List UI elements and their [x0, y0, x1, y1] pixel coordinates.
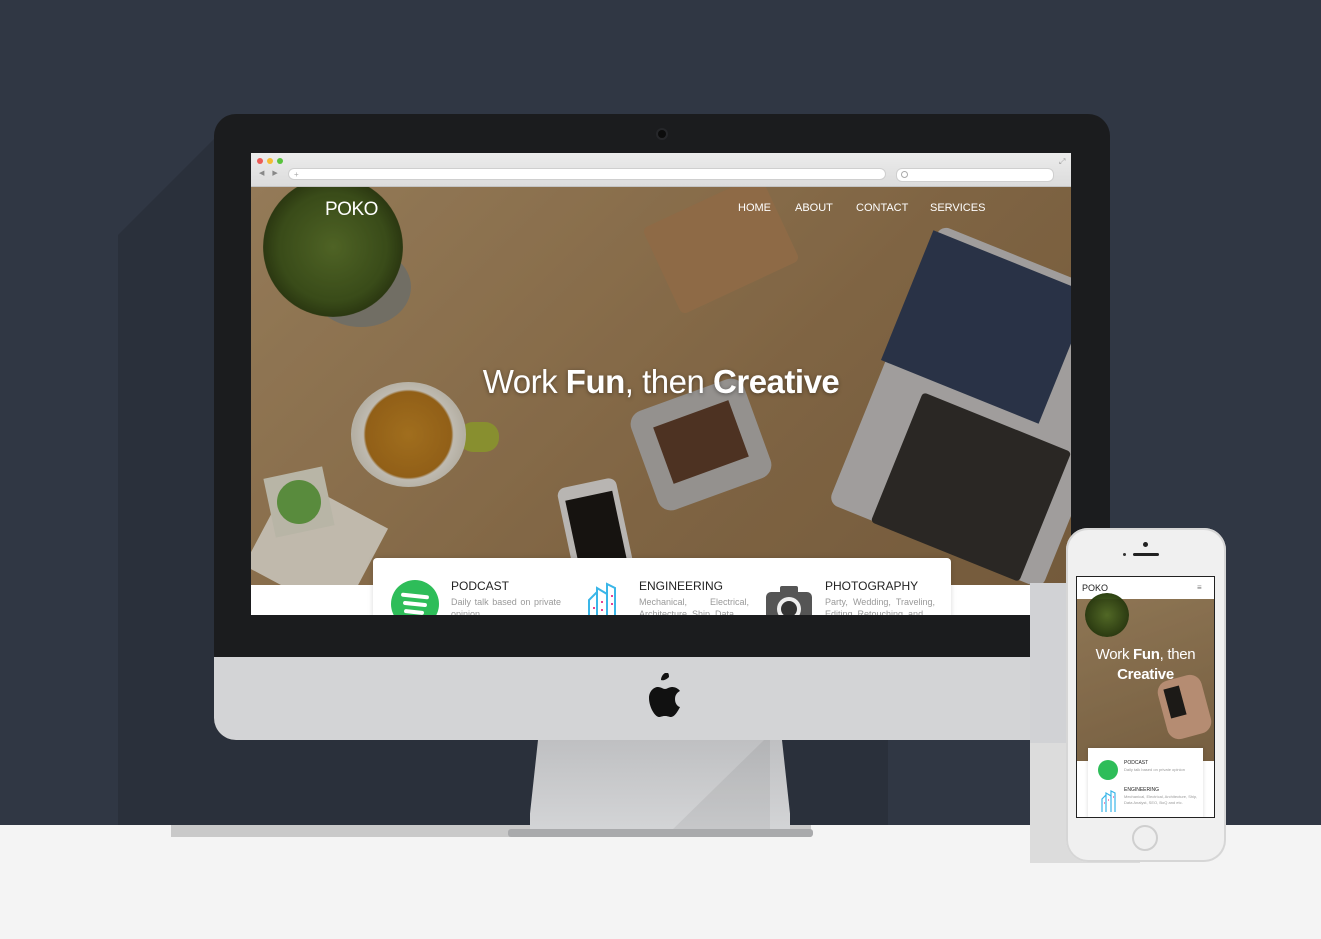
phone-shadow-overlay [1030, 583, 1070, 743]
services-card: PODCAST Daily talk based on private opin… [373, 558, 951, 615]
site-navbar: POKO HOME ABOUT CONTACT SERVICES [251, 187, 1071, 237]
iphone: POKO ≡ Work Fun, then Creative PODCAST D… [1066, 528, 1226, 862]
nav-about[interactable]: ABOUT [795, 202, 833, 214]
hero-word-3: , then [624, 363, 705, 400]
camera-icon [766, 586, 812, 615]
service-title: ENGINEERING [639, 579, 724, 593]
service-description: Mechanical, Electrical, Architecture, Sh… [1124, 794, 1198, 805]
home-button[interactable] [1132, 825, 1158, 851]
hero-word-4: Creative [1117, 666, 1174, 683]
service-photography[interactable]: PHOTOGRAPHY Party, Wedding, Traveling, E… [758, 558, 944, 615]
service-description: Daily talk based on private opinion [451, 597, 561, 615]
building-icon [588, 582, 616, 615]
site-logo[interactable]: POKO [325, 199, 378, 221]
minimize-window-button[interactable] [267, 158, 273, 164]
back-forward-arrows-icon[interactable]: ◀ ▶ [259, 169, 281, 177]
service-description: Mechanical, Electrical, Architecture, Sh… [639, 597, 749, 615]
new-tab-icon[interactable]: + [294, 170, 299, 179]
service-title: PHOTOGRAPHY [825, 579, 919, 593]
hero-word-2: Fun [1133, 646, 1160, 663]
service-podcast[interactable]: PODCAST Daily talk based on private opin… [373, 558, 561, 615]
plant-image [1085, 593, 1129, 637]
keyboard-image [870, 392, 1071, 582]
building-icon [1101, 790, 1116, 812]
apple-logo-icon [649, 673, 680, 717]
maximize-window-button[interactable] [277, 158, 283, 164]
hamburger-menu-icon[interactable]: ≡ [1197, 583, 1202, 592]
address-bar[interactable]: + [288, 168, 886, 180]
search-icon [901, 171, 908, 178]
close-window-button[interactable] [257, 158, 263, 164]
nav-home[interactable]: HOME [738, 202, 771, 214]
spotify-icon [1098, 760, 1118, 780]
mobile-services-card: PODCAST Daily talk based on private opin… [1088, 748, 1203, 817]
hero-word-2: Fun [565, 363, 625, 400]
browser-toolbar: ◀ ▶ + ⤢ [251, 153, 1071, 187]
laptop-image [828, 224, 1071, 585]
hero-section: POKO HOME ABOUT CONTACT SERVICES Work Fu… [251, 187, 1071, 585]
service-title: ENGINEERING [1124, 787, 1160, 793]
front-camera-icon [1143, 542, 1148, 547]
service-description: Party, Wedding, Traveling, Editing, Reto… [825, 597, 935, 615]
service-description: Daily talk based on private opinion [1124, 767, 1185, 772]
nav-contact[interactable]: CONTACT [856, 202, 908, 214]
hero-word-1: Work [482, 363, 558, 400]
hero-word-3: , then [1159, 646, 1196, 663]
service-title: PODCAST [451, 579, 510, 593]
camera-icon [658, 130, 666, 138]
chocolate-image [653, 400, 749, 484]
fullscreen-icon[interactable]: ⤢ [1059, 157, 1065, 167]
sensor-icon [1123, 553, 1126, 556]
service-title: PODCAST [1124, 760, 1149, 766]
mug-handle-image [459, 422, 499, 452]
mobile-site-logo[interactable]: POKO [1082, 583, 1108, 593]
earpiece-speaker [1133, 553, 1159, 556]
imac-stand-base [508, 829, 813, 837]
service-engineering[interactable]: ENGINEERING Mechanical, Electrical, Arch… [563, 558, 749, 615]
mobile-hero-headline: Work Fun, then Creative [1077, 645, 1214, 685]
plant-pot-image [311, 247, 411, 327]
iphone-screen: POKO ≡ Work Fun, then Creative PODCAST D… [1076, 576, 1215, 818]
phone-image [1163, 685, 1187, 719]
imac-screen: ◀ ▶ + ⤢ POKO HOME ABOUT CONTACT SERVICES… [251, 153, 1071, 615]
imac-chin [214, 657, 1110, 740]
spotify-icon [391, 580, 439, 615]
notepad-image [251, 477, 389, 585]
nav-services[interactable]: SERVICES [930, 202, 985, 214]
hero-word-1: Work [1095, 646, 1130, 663]
hero-headline: Work Fun, then Creative [251, 363, 1071, 401]
browser-search-input[interactable] [896, 168, 1054, 182]
sticker-image [263, 466, 335, 538]
hero-word-4: Creative [713, 363, 840, 400]
